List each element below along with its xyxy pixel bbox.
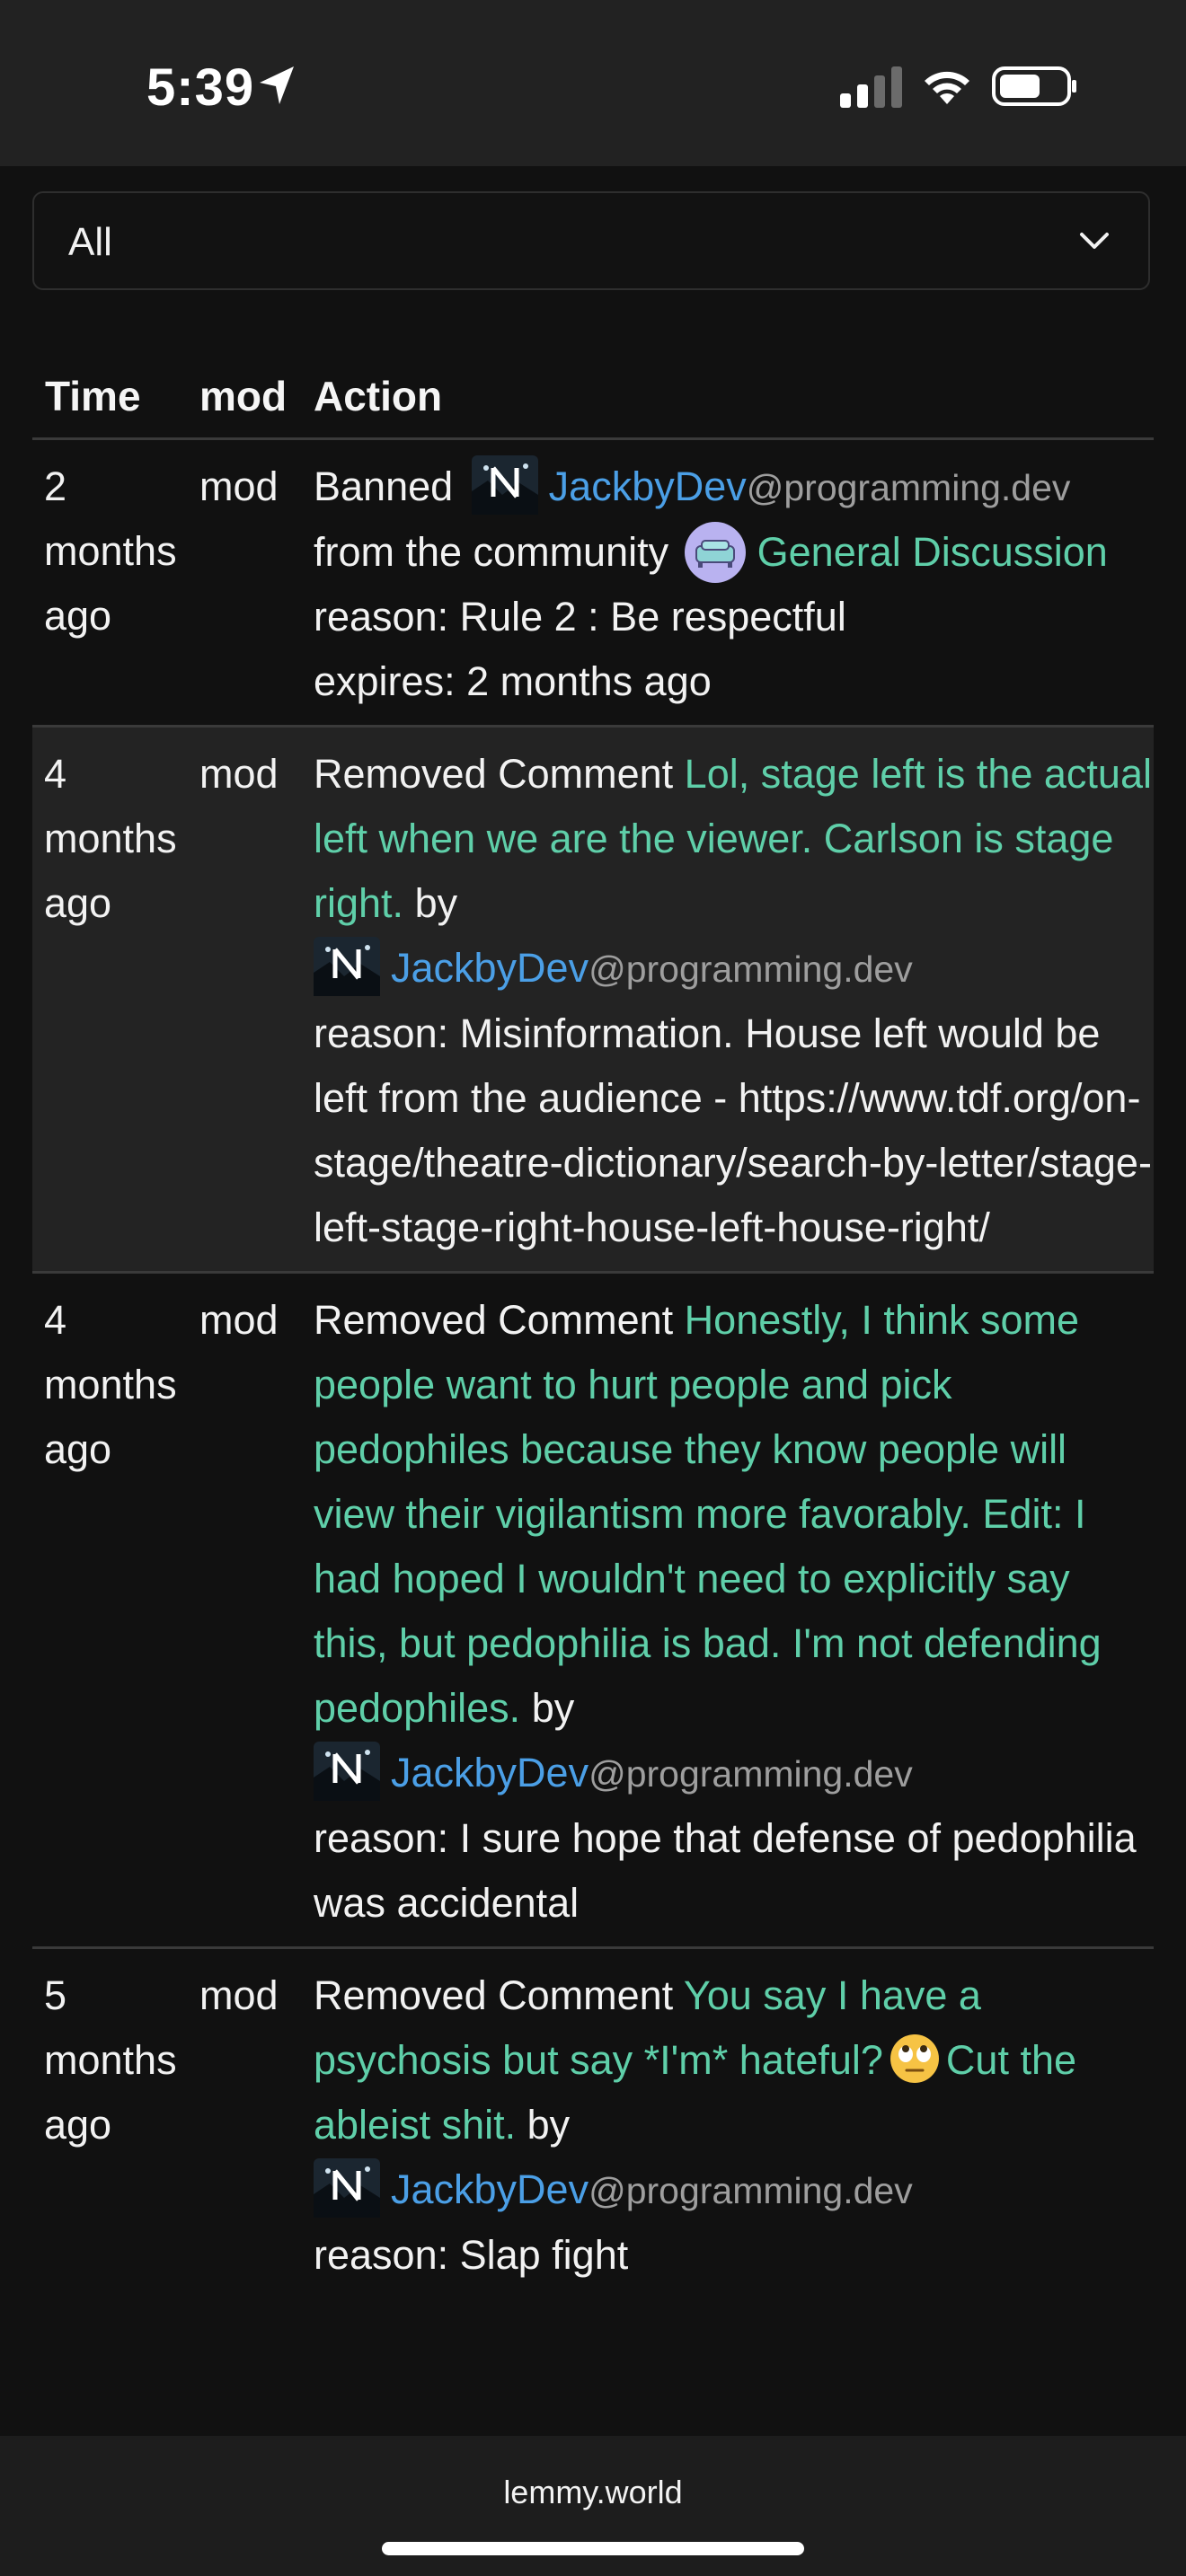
- removal-reason: reason: I sure hope that defense of pedo…: [314, 1815, 1137, 1926]
- table-row: 2 months ago mod Banned JackbyDev@progra…: [32, 438, 1154, 728]
- header-mod: mod: [199, 364, 314, 440]
- action-type: Removed Comment: [314, 1297, 674, 1343]
- user-link[interactable]: JackbyDev: [391, 1750, 589, 1795]
- row-time: 2 months ago: [32, 438, 199, 728]
- row-action: Removed Comment Lol, stage left is the a…: [314, 726, 1154, 1274]
- user-avatar[interactable]: [314, 937, 380, 996]
- header-action: Action: [314, 364, 1154, 440]
- user-domain: @programming.dev: [746, 467, 1071, 508]
- table-header: Time mod Action: [32, 364, 1154, 440]
- user-avatar[interactable]: [314, 2158, 380, 2218]
- row-mod: mod: [199, 1972, 279, 2018]
- community-link[interactable]: General Discussion: [757, 529, 1108, 575]
- removal-reason: reason: Slap fight: [314, 2232, 629, 2278]
- wifi-icon: [925, 71, 969, 104]
- ban-expires: expires: 2 months ago: [314, 658, 712, 704]
- chevron-down-icon: [1080, 233, 1109, 249]
- table-row: 4 months ago mod Removed Comment Honestl…: [32, 1272, 1154, 1949]
- mod-action-filter-select[interactable]: All: [32, 191, 1150, 290]
- row-mod: mod: [199, 726, 314, 1274]
- action-type: Removed Comment: [314, 1972, 674, 2018]
- from-community-text: from the community: [314, 529, 669, 575]
- action-type: Removed Comment: [314, 751, 674, 797]
- modlog-table: Time mod Action 2 months ago mod Banned …: [32, 364, 1154, 2298]
- user-domain: @programming.dev: [589, 2170, 913, 2211]
- by-text: by: [527, 2102, 571, 2148]
- user-link[interactable]: JackbyDev: [391, 2166, 589, 2212]
- browser-bottom-bar: lemmy.world: [0, 2436, 1186, 2576]
- table-row: 4 months ago mod Removed Comment Lol, st…: [32, 726, 1154, 1274]
- location-arrow-icon: [260, 66, 294, 104]
- row-time: 4 months ago: [32, 726, 199, 1274]
- row-action: Banned JackbyDev@programming.dev from th…: [314, 438, 1154, 728]
- by-text: by: [414, 880, 458, 926]
- row-time: 5 months ago: [44, 1972, 177, 2148]
- user-avatar[interactable]: [471, 455, 538, 515]
- user-link[interactable]: JackbyDev: [549, 463, 747, 509]
- user-domain: @programming.dev: [589, 1753, 913, 1795]
- status-bar: 5:39: [0, 0, 1186, 166]
- header-time: Time: [32, 364, 199, 440]
- community-icon[interactable]: [684, 521, 747, 584]
- row-time: 4 months ago: [32, 1272, 199, 1949]
- row-mod: mod: [199, 438, 314, 728]
- ban-reason: reason: Rule 2 : Be respectful: [314, 594, 846, 640]
- eye-roll-emoji: [890, 2034, 939, 2083]
- home-indicator[interactable]: [382, 2542, 804, 2555]
- battery-icon: [992, 66, 1076, 106]
- row-action: Removed Comment Honestly, I think some p…: [314, 1272, 1154, 1949]
- url-domain[interactable]: lemmy.world: [0, 2474, 1186, 2511]
- removal-reason: reason: Misinformation. House left would…: [314, 1010, 1152, 1250]
- user-link[interactable]: JackbyDev: [391, 945, 589, 991]
- table-row: 5 months ago mod Removed Comment You say…: [32, 1948, 1154, 2299]
- cellular-signal-icon: [840, 66, 902, 108]
- user-avatar[interactable]: [314, 1742, 380, 1801]
- row-mod: mod: [199, 1272, 314, 1949]
- comment-link[interactable]: Honestly, I think some people want to hu…: [314, 1297, 1102, 1731]
- row-action: Removed Comment You say I have a psychos…: [314, 1948, 1154, 2299]
- select-value: All: [68, 220, 112, 264]
- status-time: 5:39: [146, 58, 255, 117]
- user-domain: @programming.dev: [589, 948, 913, 990]
- action-type: Banned: [314, 463, 454, 509]
- by-text: by: [531, 1685, 575, 1731]
